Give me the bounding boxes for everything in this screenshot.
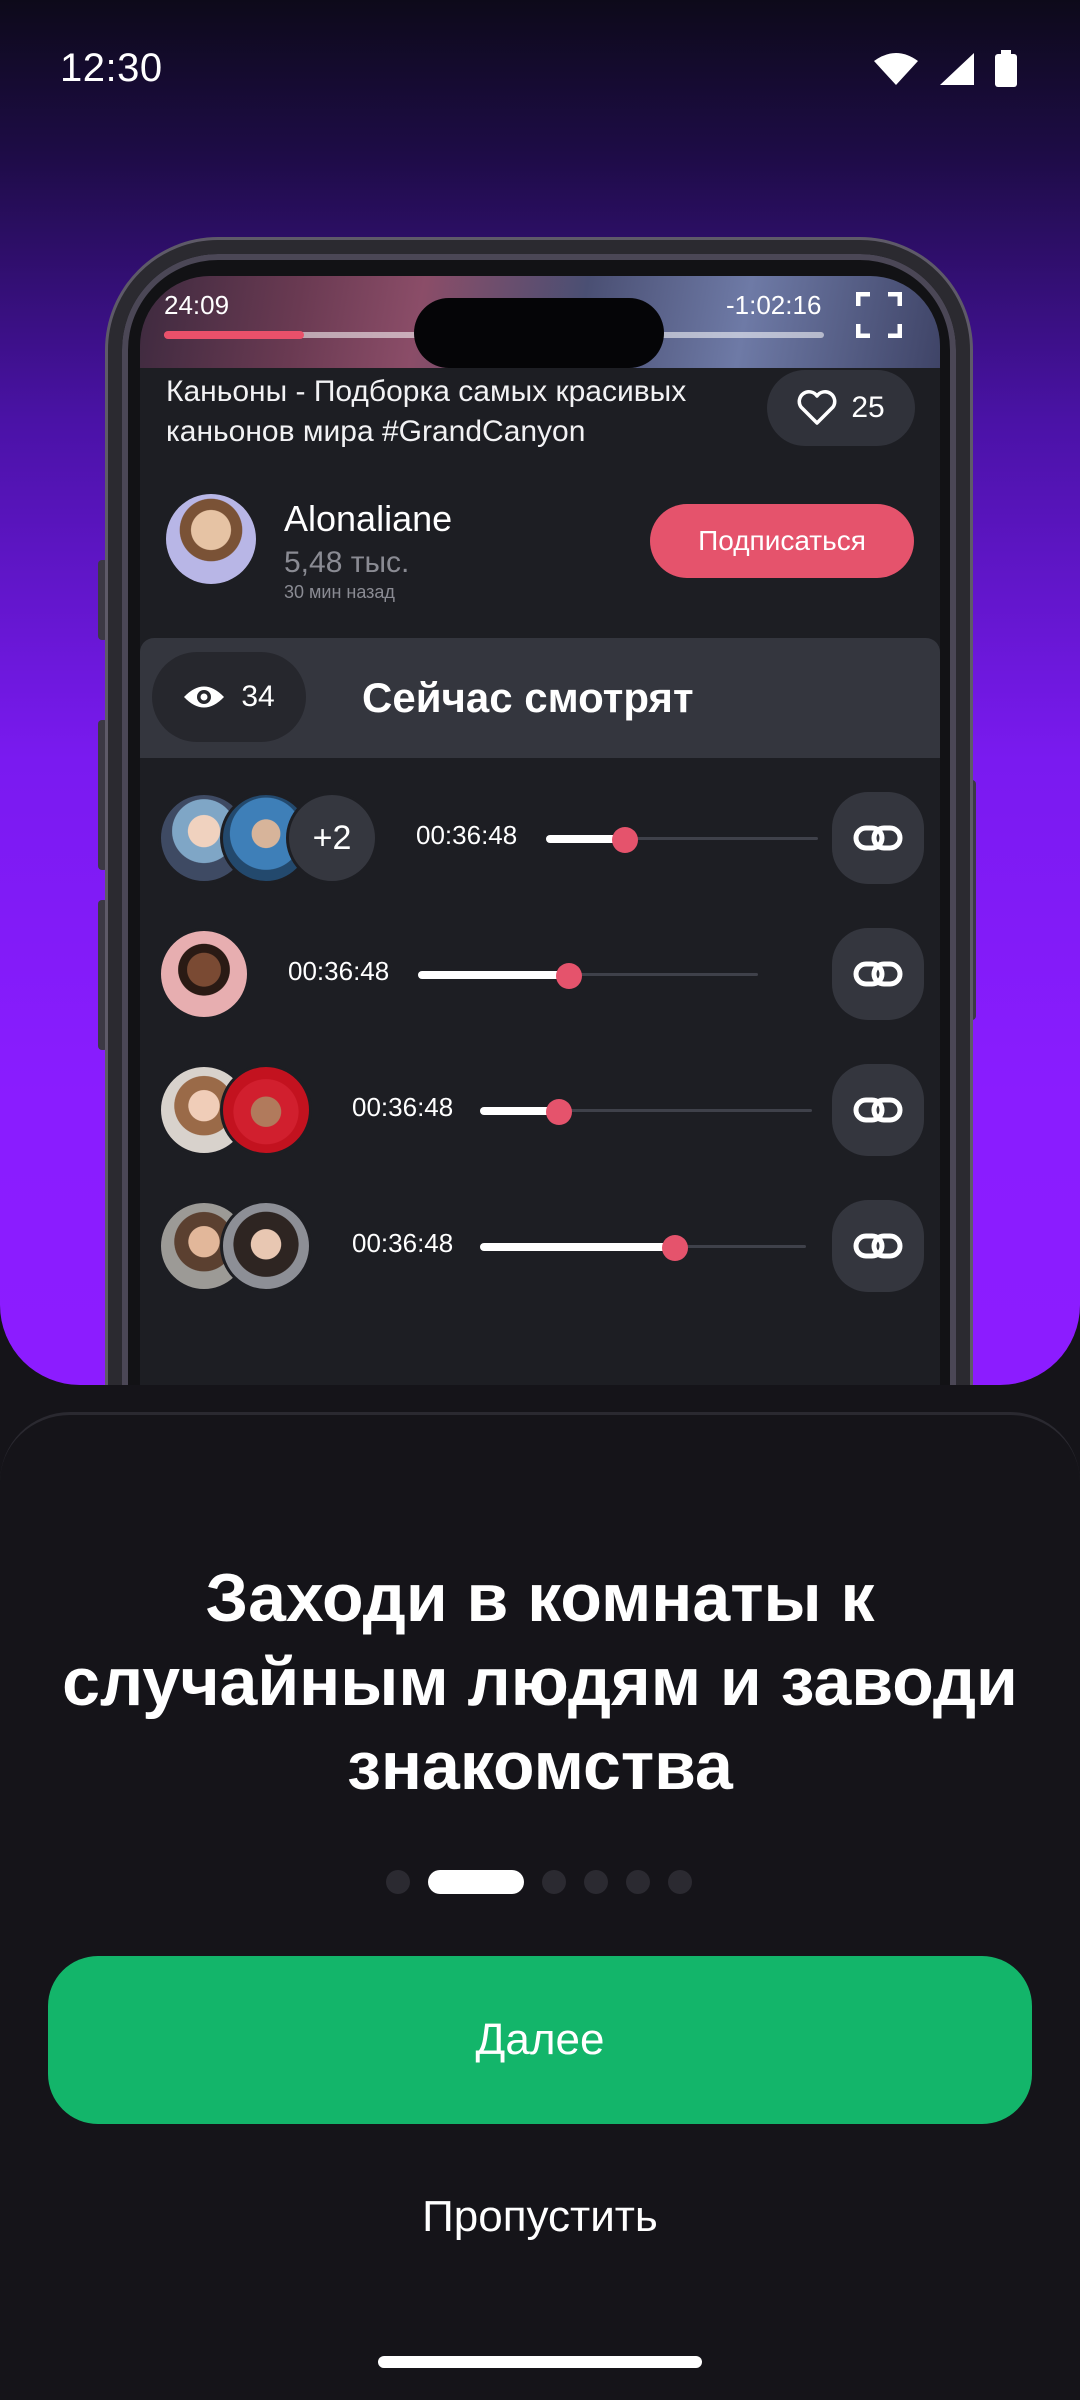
page-dot [542,1870,566,1894]
room-time: 00:36:48 [352,1092,454,1122]
participant-avatar [220,1200,312,1292]
page-dot-active [428,1870,524,1894]
page-indicator [386,1870,692,1894]
author-subscribers: 5,48 тыс. [284,546,410,579]
heart-icon [797,390,837,425]
room-link-button[interactable] [832,792,924,884]
video-title: Каньоны - Подборка самых красивых каньон… [166,375,687,448]
room-progress-knob[interactable] [556,963,582,989]
skip-link[interactable]: Пропустить [0,2192,1080,2242]
page-dot [386,1870,410,1894]
video-player[interactable]: 24:09 -1:02:16 [140,276,940,368]
video-remaining: -1:02:16 [726,290,822,320]
link-icon [853,1233,903,1259]
signal-icon [940,53,974,85]
room-row[interactable]: 00:36:48 [140,1178,940,1314]
room-progress-fill [480,1243,676,1251]
room-progress-knob[interactable] [612,827,638,853]
wifi-icon [874,53,918,85]
battery-icon [995,50,1017,87]
watching-title: Сейчас смотрят [362,674,694,721]
link-icon [853,825,903,851]
room-progress-knob[interactable] [546,1099,572,1125]
onboarding-heading: Заходи в комнаты к случайным людям и зав… [62,1560,1018,1804]
room-row[interactable]: 00:36:48 [140,906,940,1042]
page-dot [584,1870,608,1894]
watching-header: 34 Сейчас смотрят [140,638,940,758]
status-time: 12:30 [60,46,163,90]
room-time: 00:36:48 [416,820,518,850]
room-time: 00:36:48 [288,956,390,986]
phone-screen: 24:09 -1:02:16 Каньоны - Подборка самых … [140,276,940,1385]
next-button[interactable]: Далее [48,1956,1032,2124]
room-progress-knob[interactable] [662,1235,688,1261]
viewers-count: 34 [241,680,275,713]
eye-icon [184,686,225,708]
author-avatar[interactable] [166,494,256,584]
status-bar: 12:30 [0,0,1080,140]
fullscreen-icon[interactable] [856,292,902,338]
phone-side-button [98,900,108,1050]
room-link-button[interactable] [832,1200,924,1292]
room-time: 00:36:48 [352,1228,454,1258]
page-dot [668,1870,692,1894]
room-link-button[interactable] [832,928,924,1020]
participant-avatar [158,928,250,1020]
room-row[interactable]: 00:36:48 [140,1042,940,1178]
author-name[interactable]: Alonaliane [284,498,452,540]
post-time: 30 мин назад [284,582,395,602]
more-participants-badge: +2 [286,792,378,884]
phone-side-button [98,560,108,640]
like-count: 25 [851,391,885,424]
video-elapsed: 24:09 [164,290,230,320]
video-progress-fill [164,331,304,339]
page-dot [626,1870,650,1894]
dynamic-island [414,298,664,368]
link-icon [853,1097,903,1123]
viewers-badge: 34 [152,652,306,742]
room-row[interactable]: +2 00:36:48 [140,770,940,906]
room-link-button[interactable] [832,1064,924,1156]
participant-avatar [220,1064,312,1156]
link-icon [853,961,903,987]
home-indicator[interactable] [378,2356,702,2368]
status-icons [872,50,1018,88]
like-button[interactable]: 25 [767,370,915,446]
subscribe-button[interactable]: Подписаться [650,504,914,578]
room-progress-fill [418,971,570,979]
phone-side-button [98,720,108,870]
